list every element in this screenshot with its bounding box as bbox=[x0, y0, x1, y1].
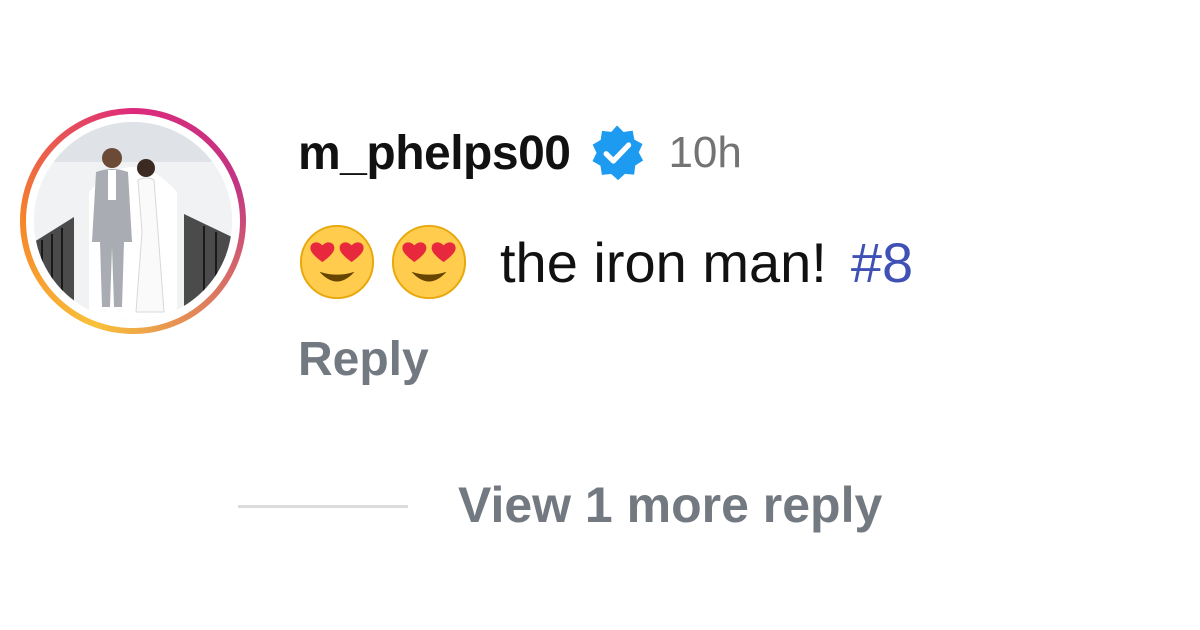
heart-eyes-emoji-icon bbox=[299, 224, 375, 300]
comment-header: m_phelps00 10h bbox=[298, 118, 742, 188]
avatar-photo bbox=[34, 122, 232, 320]
avatar[interactable] bbox=[34, 122, 232, 320]
avatar-story-ring[interactable] bbox=[20, 108, 246, 334]
reply-thread-divider bbox=[238, 505, 408, 508]
comment-item: m_phelps00 10h the iron man! #8 Reply Vi… bbox=[0, 0, 1200, 630]
comment-body: the iron man! #8 bbox=[298, 222, 913, 302]
reply-button[interactable]: Reply bbox=[298, 332, 429, 387]
view-more-replies-button[interactable]: View 1 more reply bbox=[458, 476, 882, 534]
username-link[interactable]: m_phelps00 bbox=[298, 126, 571, 181]
heart-eyes-emoji-icon bbox=[391, 224, 467, 300]
comment-text: the iron man! bbox=[500, 230, 827, 294]
verified-badge-icon bbox=[592, 125, 644, 181]
comment-timestamp: 10h bbox=[668, 128, 742, 177]
hashtag-link[interactable]: #8 bbox=[851, 230, 913, 295]
